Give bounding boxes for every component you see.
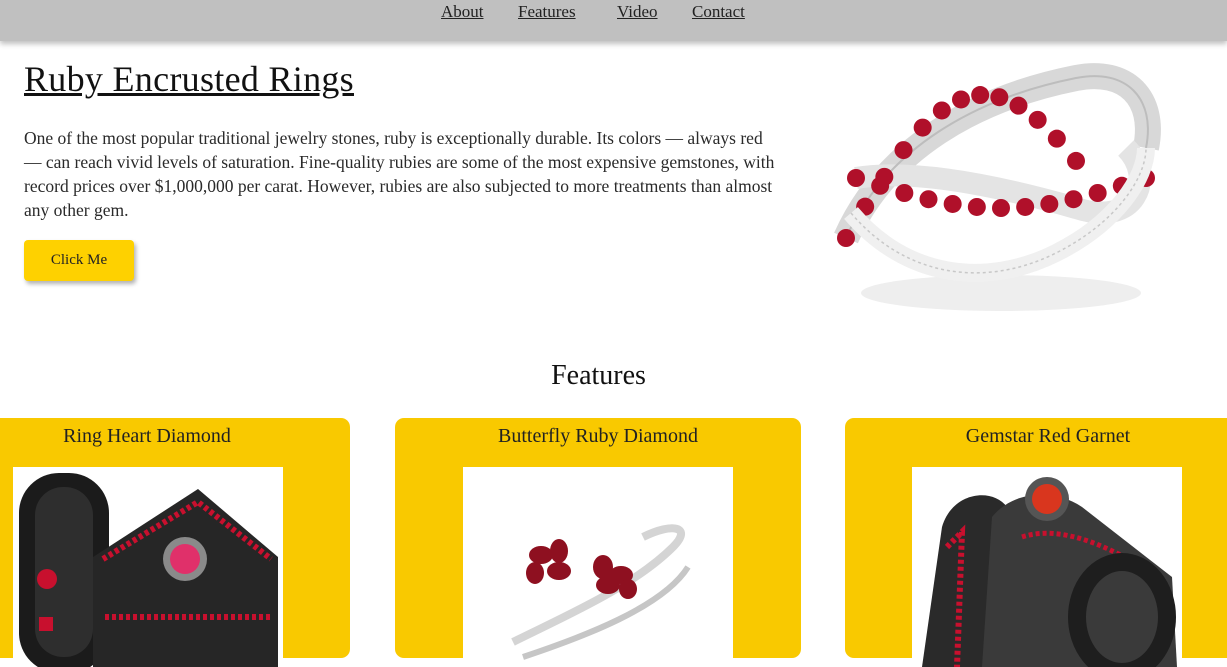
hero-title: Ruby Encrusted Rings [24, 59, 354, 99]
nav-link-features[interactable]: Features [518, 2, 576, 22]
ring-heart-diamond-image [13, 467, 283, 667]
feature-card-ring-heart-diamond: Ring Heart Diamond [0, 418, 350, 667]
feature-card-title: Butterfly Ruby Diamond [498, 425, 698, 447]
feature-card-title: Gemstar Red Garnet [965, 425, 1131, 447]
gemstar-red-garnet-image [912, 467, 1182, 667]
butterfly-ruby-diamond-image [463, 467, 733, 667]
features-heading: Features [551, 360, 646, 391]
hero-description: One of the most popular traditional jewe… [24, 128, 775, 220]
nav-link-video[interactable]: Video [617, 2, 658, 22]
feature-card-title: Ring Heart Diamond [63, 425, 231, 447]
click-me-button[interactable]: Click Me [24, 240, 134, 281]
ruby-infinity-ring-image [826, 38, 1176, 333]
top-navigation: About Features Video Contact [0, 0, 1227, 41]
feature-card-gemstar-red-garnet: Gemstar Red Garnet [845, 418, 1227, 667]
nav-link-about[interactable]: About [441, 2, 484, 22]
feature-card-butterfly-ruby-diamond: Butterfly Ruby Diamond [395, 418, 801, 667]
nav-link-contact[interactable]: Contact [692, 2, 745, 22]
